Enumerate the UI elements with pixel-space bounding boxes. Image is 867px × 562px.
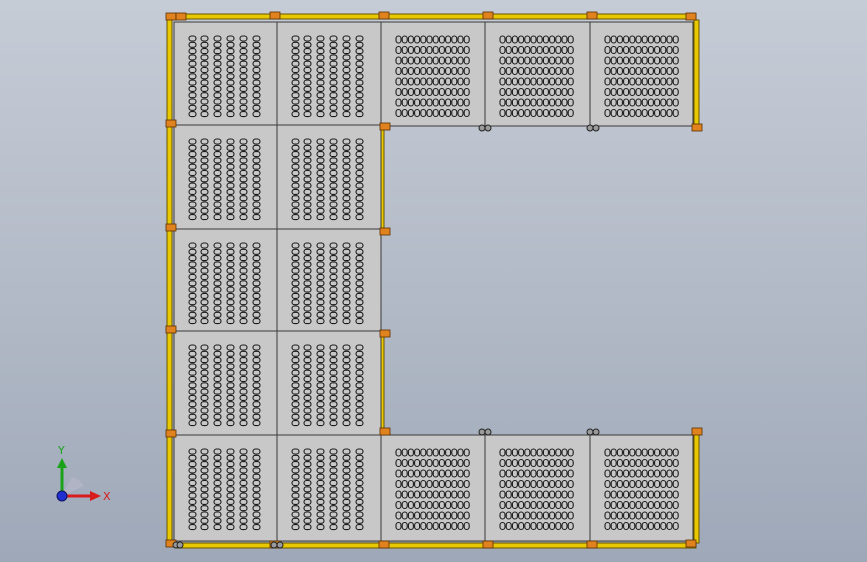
bracket <box>691 427 703 436</box>
bracket <box>269 11 281 20</box>
grating-panel <box>589 434 694 542</box>
bracket <box>165 119 177 128</box>
bracket <box>691 123 703 132</box>
bracket <box>378 540 390 549</box>
caster-wheel <box>478 124 486 132</box>
rail-segment <box>693 19 700 129</box>
grating-panel <box>173 228 278 332</box>
bracket <box>165 12 177 21</box>
caster-wheel <box>592 124 600 132</box>
rail-segment <box>175 542 697 549</box>
grating-panel <box>589 21 694 127</box>
bracket <box>586 540 598 549</box>
coordinate-triad[interactable]: Y X <box>56 444 111 503</box>
bracket <box>586 11 598 20</box>
grating-panel <box>173 21 278 126</box>
bracket <box>175 12 187 21</box>
bracket <box>482 540 494 549</box>
graphics-viewport[interactable]: Y X <box>0 0 867 562</box>
x-axis-label: X <box>103 490 111 503</box>
caster-wheel <box>270 541 278 549</box>
grating-panel <box>276 21 382 126</box>
grating-panel <box>484 21 591 127</box>
rail-segment <box>166 17 173 544</box>
bracket <box>165 325 177 334</box>
bracket <box>482 11 494 20</box>
model-canvas[interactable]: Y X <box>0 0 867 562</box>
caster-wheel <box>592 428 600 436</box>
caster-wheel <box>276 541 284 549</box>
rail-segment <box>175 13 697 20</box>
bracket <box>379 329 391 338</box>
y-axis-arrowhead <box>57 458 67 468</box>
bracket <box>685 539 697 548</box>
x-axis-arrowhead <box>90 491 101 501</box>
grating-panel <box>276 434 382 542</box>
rail-segment <box>693 432 700 544</box>
y-axis-label: Y <box>57 444 65 457</box>
bracket <box>379 427 391 436</box>
caster-wheel <box>484 428 492 436</box>
bracket <box>378 11 390 20</box>
grating-panels <box>173 21 694 542</box>
grating-panel <box>276 330 382 436</box>
grating-panel <box>380 21 486 127</box>
bracket <box>165 429 177 438</box>
caster-wheel <box>478 428 486 436</box>
caster-wheel <box>484 124 492 132</box>
z-axis-origin <box>56 490 68 502</box>
bracket <box>379 227 391 236</box>
grating-panel <box>380 434 486 542</box>
grating-panel <box>173 434 278 542</box>
caster-wheel <box>586 428 594 436</box>
grating-panel <box>484 434 591 542</box>
bracket <box>165 223 177 232</box>
caster-wheel <box>176 541 184 549</box>
grating-panel <box>276 124 382 230</box>
caster-wheel <box>586 124 594 132</box>
grating-panel <box>173 330 278 436</box>
bracket <box>379 122 391 131</box>
grating-panel <box>276 228 382 332</box>
grating-panel <box>173 124 278 230</box>
bracket <box>685 12 697 21</box>
